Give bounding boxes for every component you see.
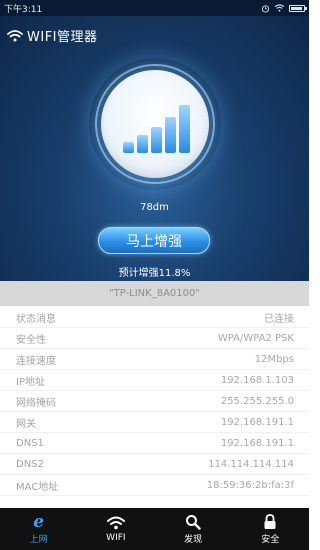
wifi-logo-icon: [7, 29, 23, 41]
signal-bar: [151, 127, 162, 153]
signal-bar: [165, 117, 176, 153]
status-bar: 下午3:11: [0, 0, 309, 16]
info-value: 192.168.191.1: [220, 437, 294, 449]
status-time: 下午3:11: [4, 4, 43, 15]
signal-bar: [123, 142, 134, 153]
bottom-tab-bar: e 上网 WIFI 发现 安全: [0, 508, 309, 550]
info-label: MAC地址: [16, 481, 59, 493]
tab-discover[interactable]: 发现: [155, 508, 232, 550]
info-label: 网关: [16, 418, 36, 430]
info-row-speed: 连接速度 12Mbps: [0, 349, 309, 370]
signal-bars-icon: [123, 101, 190, 153]
app-bar: WIFI管理器: [7, 26, 98, 45]
boost-button[interactable]: 马上增强: [98, 227, 210, 254]
tab-wifi[interactable]: WIFI: [77, 508, 154, 550]
network-info-list: 状态消息 已连接 安全性 WPA/WPA2 PSK 连接速度 12Mbps IP地址 1…: [0, 307, 309, 496]
info-label: IP地址: [16, 376, 45, 388]
info-label: 状态消息: [16, 313, 56, 325]
info-label: DNS1: [16, 437, 44, 449]
e-browser-icon: e: [33, 511, 45, 532]
tab-security[interactable]: 安全: [232, 508, 309, 550]
info-row-status: 状态消息 已连接: [0, 307, 309, 328]
app-title: WIFI管理器: [27, 30, 98, 45]
info-value: 255.255.255.0: [220, 395, 294, 407]
info-value: WPA/WPA2 PSK: [217, 332, 294, 344]
info-value: 12Mbps: [254, 353, 294, 365]
info-row-ip: IP地址 192.168.1.103: [0, 370, 309, 391]
info-row-dns2: DNS2 114.114.114.114: [0, 454, 309, 475]
battery-icon: [289, 4, 307, 12]
search-icon: [185, 514, 201, 530]
tab-label: WIFI: [106, 533, 126, 543]
tab-label: 安全: [261, 534, 280, 545]
hero-panel: WIFI管理器 78dm 马上增强 预计增强11.8%: [0, 16, 309, 281]
info-row-netmask: 网络掩码 255.255.255.0: [0, 391, 309, 412]
tab-internet[interactable]: e 上网: [0, 508, 77, 550]
info-label: 连接速度: [16, 355, 56, 367]
tab-label: 上网: [29, 534, 48, 545]
info-value: 已连接: [264, 313, 294, 325]
boost-estimate: 预计增强11.8%: [118, 268, 191, 279]
info-value: 18:59:36:2b:fa:3f: [206, 479, 294, 491]
info-label: 网络掩码: [16, 397, 56, 409]
status-alarm-icon: [261, 4, 270, 13]
info-value: 192.168.1.103: [220, 374, 294, 386]
signal-strength: 78dm: [140, 202, 169, 213]
info-row-security: 安全性 WPA/WPA2 PSK: [0, 328, 309, 349]
ssid-label: "TP-LINK_8A0100": [109, 288, 200, 299]
info-row-dns1: DNS1 192.168.191.1: [0, 433, 309, 454]
lock-icon: [263, 513, 277, 530]
info-value: 114.114.114.114: [208, 458, 294, 470]
info-row-gateway: 网关 192.168.191.1: [0, 412, 309, 433]
tab-label: 发现: [184, 534, 203, 545]
wifi-icon: [106, 515, 125, 531]
status-icons: [261, 4, 307, 13]
status-wifi-icon: [274, 4, 285, 12]
signal-bar: [137, 135, 148, 153]
info-label: 安全性: [16, 334, 46, 346]
ssid-bar: "TP-LINK_8A0100": [0, 281, 309, 306]
info-value: 192.168.191.1: [220, 416, 294, 428]
signal-bar: [179, 105, 190, 153]
info-label: DNS2: [16, 458, 44, 470]
info-row-mac: MAC地址 18:59:36:2b:fa:3f: [0, 475, 309, 496]
